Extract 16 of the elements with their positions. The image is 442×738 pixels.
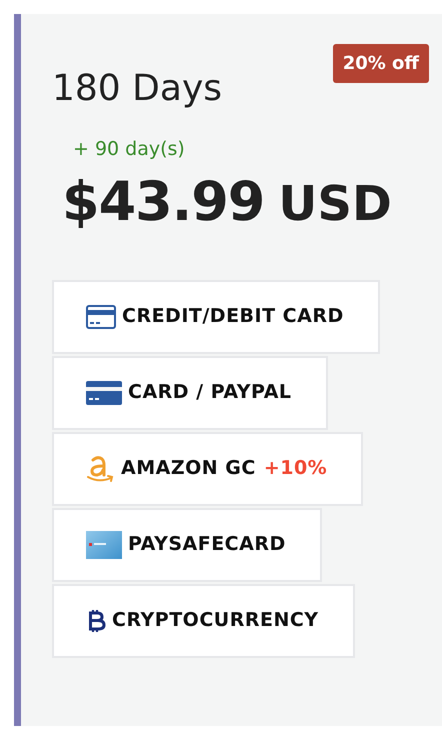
payment-method-button[interactable]: CARD / PAYPAL <box>52 356 328 430</box>
bitcoin-icon <box>86 608 106 632</box>
currency: USD <box>278 174 392 234</box>
payment-method-button[interactable]: AMAZON GC +10% <box>52 432 364 506</box>
prepaid-card-icon <box>86 530 122 558</box>
price: $43.99 <box>62 170 264 234</box>
plan-title: 180 Days <box>52 69 222 109</box>
credit-card-icon <box>86 380 122 404</box>
payment-method-button[interactable]: CRYPTOCURRENCY <box>52 584 355 658</box>
bonus-days: + 90 day(s) <box>73 138 185 160</box>
payment-method-button[interactable]: PAYSAFECARD <box>52 508 322 582</box>
bonus-percent: +10% <box>264 456 328 482</box>
payment-method-button[interactable]: CREDIT/DEBIT CARD <box>52 280 380 354</box>
letter-a-smile-icon <box>86 454 115 482</box>
credit-card-icon <box>86 304 116 328</box>
discount-badge: 20% off <box>332 44 429 83</box>
